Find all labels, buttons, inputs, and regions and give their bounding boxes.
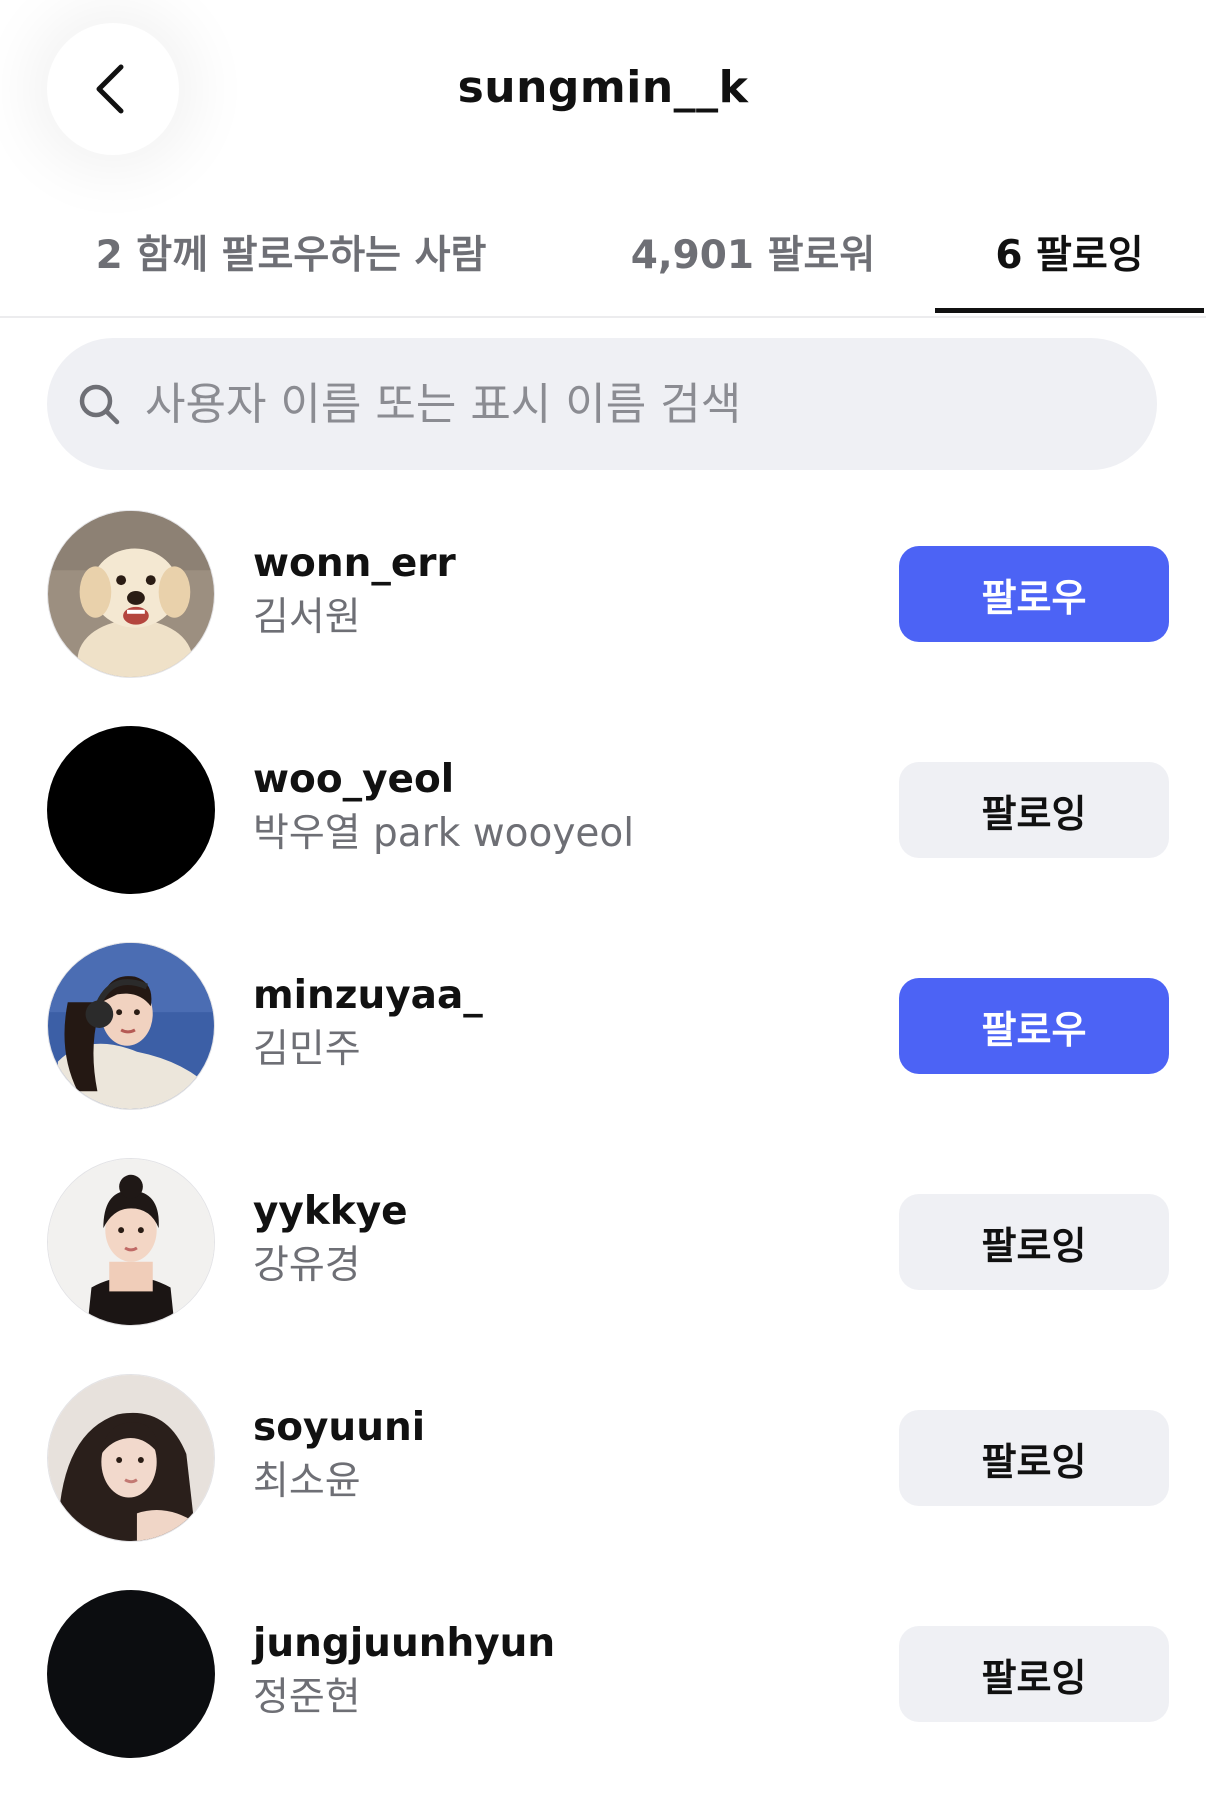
tab-bar: 2 함께 팔로우하는 사람 4,901 팔로워 6 팔로잉 bbox=[0, 212, 1206, 318]
search-icon bbox=[79, 384, 120, 425]
display-name: 정준현 bbox=[253, 1675, 361, 1720]
black-photo bbox=[47, 1590, 215, 1758]
follow-button[interactable]: 팔로우 bbox=[899, 546, 1169, 642]
username[interactable]: yykkye bbox=[253, 1186, 853, 1238]
username[interactable]: woo_yeol bbox=[253, 754, 853, 806]
username[interactable]: soyuuni bbox=[253, 1402, 853, 1454]
user-names: yykkye 강유경 bbox=[253, 1186, 853, 1294]
header: sungmin__k bbox=[0, 0, 1206, 180]
list-item[interactable]: wonn_err 김서원 팔로우 bbox=[0, 510, 1206, 726]
username[interactable]: minzuyaa_ bbox=[253, 970, 853, 1022]
avatar[interactable] bbox=[47, 1158, 215, 1326]
avatar[interactable] bbox=[47, 510, 215, 678]
list-item[interactable]: jungjuunhyun 정준현 팔로잉 bbox=[0, 1590, 1206, 1806]
display-name: 강유경 bbox=[253, 1243, 361, 1288]
tab-mutual-followers[interactable]: 2 함께 팔로우하는 사람 bbox=[56, 212, 526, 312]
display-name: 김서원 bbox=[253, 595, 361, 640]
user-names: minzuyaa_ 김민주 bbox=[253, 970, 853, 1078]
avatar[interactable] bbox=[47, 1374, 215, 1542]
display-name: 김민주 bbox=[253, 1027, 361, 1072]
puppy-photo bbox=[48, 511, 214, 677]
user-names: jungjuunhyun 정준현 bbox=[253, 1618, 853, 1726]
headphones-selfie-photo bbox=[48, 943, 214, 1109]
username[interactable]: wonn_err bbox=[253, 538, 853, 590]
username[interactable]: jungjuunhyun bbox=[253, 1618, 853, 1670]
following-button[interactable]: 팔로잉 bbox=[899, 1410, 1169, 1506]
portrait-photo bbox=[48, 1159, 214, 1325]
active-tab-indicator bbox=[935, 308, 1204, 313]
follow-button[interactable]: 팔로우 bbox=[899, 978, 1169, 1074]
tab-following[interactable]: 6 팔로잉 bbox=[935, 212, 1204, 312]
avatar[interactable] bbox=[47, 942, 215, 1110]
following-button[interactable]: 팔로잉 bbox=[899, 1194, 1169, 1290]
list-item[interactable]: minzuyaa_ 김민주 팔로우 bbox=[0, 942, 1206, 1158]
avatar[interactable] bbox=[47, 726, 215, 894]
user-names: wonn_err 김서원 bbox=[253, 538, 853, 646]
list-item[interactable]: soyuuni 최소윤 팔로잉 bbox=[0, 1374, 1206, 1590]
display-name: 박우열 park wooyeol bbox=[253, 811, 635, 856]
user-names: soyuuni 최소윤 bbox=[253, 1402, 853, 1510]
search-input[interactable] bbox=[143, 363, 1107, 445]
following-button[interactable]: 팔로잉 bbox=[899, 1626, 1169, 1722]
following-button[interactable]: 팔로잉 bbox=[899, 762, 1169, 858]
display-name: 최소윤 bbox=[253, 1459, 361, 1504]
avatar[interactable] bbox=[47, 1590, 215, 1758]
portrait-photo bbox=[48, 1375, 214, 1541]
list-item[interactable]: woo_yeol 박우열 park wooyeol 팔로잉 bbox=[0, 726, 1206, 942]
user-names: woo_yeol 박우열 park wooyeol bbox=[253, 754, 853, 862]
page-title: sungmin__k bbox=[457, 62, 749, 113]
list-item[interactable]: yykkye 강유경 팔로잉 bbox=[0, 1158, 1206, 1374]
black-photo bbox=[47, 726, 215, 894]
following-list: wonn_err 김서원 팔로우 woo_yeol 박우열 park wooye… bbox=[0, 510, 1206, 1806]
search-bar[interactable] bbox=[47, 338, 1157, 470]
tab-followers[interactable]: 4,901 팔로워 bbox=[588, 212, 918, 312]
